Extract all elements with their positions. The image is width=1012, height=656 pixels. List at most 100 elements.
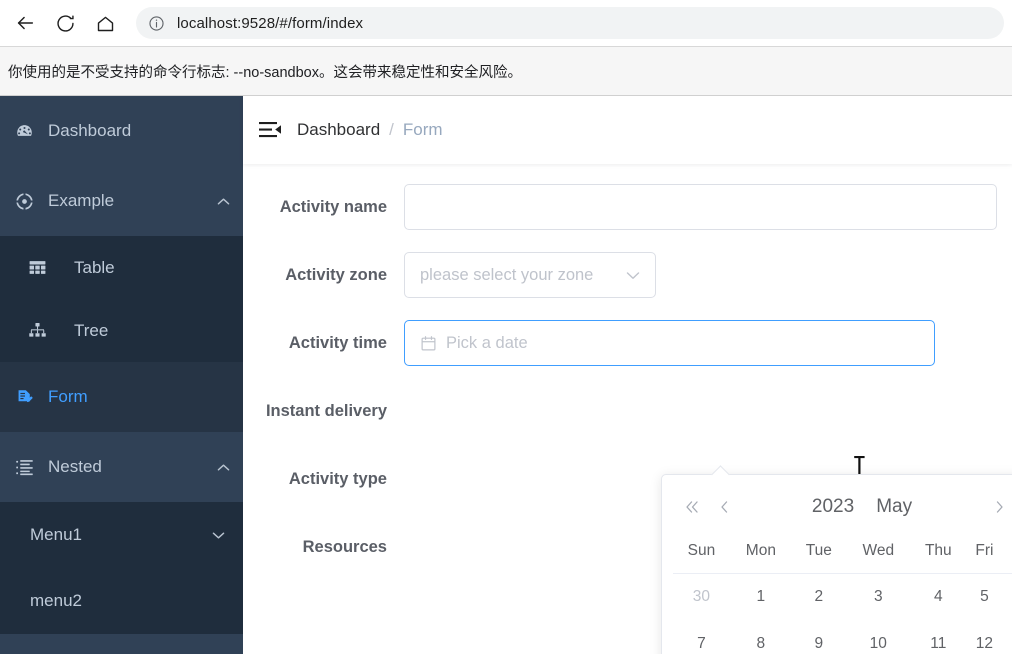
sidebar-item-label: Form xyxy=(48,387,88,406)
activity-name-input[interactable] xyxy=(404,184,997,230)
day-cell[interactable]: 4 xyxy=(911,574,966,621)
activity-zone-select[interactable]: please select your zone xyxy=(404,252,656,298)
sidebar-item-dashboard[interactable]: Dashboard xyxy=(0,96,243,166)
address-bar[interactable]: localhost:9528/#/form/index xyxy=(136,7,1004,39)
activity-time-placeholder: Pick a date xyxy=(446,333,528,352)
main-column: Dashboard / Form Activity name Activity … xyxy=(243,96,1012,654)
weekday-tue: Tue xyxy=(791,539,846,574)
sidebar-item-menu2[interactable]: menu2 xyxy=(0,568,243,634)
day-cell[interactable]: 2 xyxy=(792,574,846,621)
form-row-activity-zone: Activity zone please select your zone xyxy=(243,252,1012,298)
date-picker-month[interactable]: May xyxy=(876,496,912,518)
site-info-icon[interactable] xyxy=(148,15,165,32)
week-row: 30 1 2 3 4 5 6 xyxy=(673,574,1012,621)
day-cell[interactable]: 30 xyxy=(673,574,730,621)
table-icon xyxy=(0,258,74,277)
weekday-sun: Sun xyxy=(673,539,730,574)
dashboard-icon xyxy=(0,122,48,141)
chevron-up-icon[interactable] xyxy=(203,197,243,206)
warning-message: 你使用的是不受支持的命令行标志: --no-sandbox。这会带来稳定性和安全… xyxy=(8,64,522,81)
sidebar-item-label: Example xyxy=(48,191,115,210)
prev-month-button[interactable] xyxy=(708,490,740,524)
sidebar-item-example[interactable]: Example xyxy=(0,166,243,236)
hamburger-fold-icon[interactable] xyxy=(243,96,297,164)
sidebar-item-form[interactable]: Form xyxy=(0,362,243,432)
sidebar-item-label: Dashboard xyxy=(48,121,132,140)
date-picker-panel: 2023 May Sun Mon Tue Wed Thu Fri 30 1 2 … xyxy=(661,465,1012,654)
breadcrumb: Dashboard / Form xyxy=(297,120,443,140)
sidebar-filler xyxy=(0,634,243,654)
reload-button[interactable] xyxy=(48,6,82,40)
sidebar: Dashboard Example Table Tree Form Nested… xyxy=(0,96,243,654)
form-row-activity-name: Activity name xyxy=(243,184,1012,230)
back-button[interactable] xyxy=(8,6,42,40)
date-picker-header: 2023 May xyxy=(662,475,1012,539)
chevron-down-icon xyxy=(626,266,640,285)
submenu-nested: Menu1 menu2 xyxy=(0,502,243,634)
chrome-warning-bar: 你使用的是不受支持的命令行标志: --no-sandbox。这会带来稳定性和安全… xyxy=(0,46,1012,96)
week-row: 7 8 9 10 11 12 13 xyxy=(673,621,1012,655)
back-arrow-icon xyxy=(17,16,34,30)
form-row-instant-delivery: Instant delivery xyxy=(243,388,1012,434)
double-chevron-left-icon xyxy=(686,501,698,513)
sidebar-item-label: Nested xyxy=(48,457,102,476)
submenu-example: Table Tree xyxy=(0,236,243,362)
date-picker-table: Sun Mon Tue Wed Thu Fri Sat 30 xyxy=(673,539,1012,654)
day-cell[interactable]: 7 xyxy=(673,621,730,655)
day-cell[interactable]: 12 xyxy=(966,621,1003,655)
form-content: Activity name Activity zone please selec… xyxy=(243,164,1012,654)
chevron-right-icon xyxy=(996,501,1003,513)
weekday-sat: Sat xyxy=(1003,539,1012,574)
chevron-left-icon xyxy=(721,501,728,513)
prev-year-button[interactable] xyxy=(676,490,708,524)
sidebar-item-table[interactable]: Table xyxy=(0,236,243,299)
day-cell[interactable]: 13 xyxy=(1003,621,1012,655)
browser-toolbar: localhost:9528/#/form/index xyxy=(0,0,1012,46)
weekday-header-row: Sun Mon Tue Wed Thu Fri Sat xyxy=(673,539,1012,574)
chevron-up-icon[interactable] xyxy=(203,463,243,472)
day-cell[interactable]: 11 xyxy=(911,621,966,655)
sidebar-item-label: Table xyxy=(74,257,115,277)
activity-time-label: Activity time xyxy=(288,334,387,352)
home-icon xyxy=(97,16,113,31)
component-icon xyxy=(0,192,48,211)
sidebar-item-nested[interactable]: Nested xyxy=(0,432,243,502)
date-picker-title: 2023 May xyxy=(740,496,984,518)
instant-delivery-label: Instant delivery xyxy=(265,402,387,420)
calendar-icon xyxy=(420,335,437,352)
day-cell[interactable]: 10 xyxy=(846,621,911,655)
weekday-mon: Mon xyxy=(729,539,792,574)
weekday-wed: Wed xyxy=(845,539,911,574)
app-viewport: Dashboard Example Table Tree Form Nested… xyxy=(0,96,1012,654)
date-picker-year[interactable]: 2023 xyxy=(812,496,854,518)
tree-icon xyxy=(0,321,74,340)
activity-zone-label: Activity zone xyxy=(285,266,387,284)
breadcrumb-item-dashboard[interactable]: Dashboard xyxy=(297,120,380,140)
activity-time-input[interactable]: Pick a date xyxy=(404,320,935,366)
sidebar-item-label: menu2 xyxy=(30,591,82,610)
activity-type-label: Activity type xyxy=(288,470,387,488)
breadcrumb-item-form: Form xyxy=(402,120,443,139)
date-picker-body: Sun Mon Tue Wed Thu Fri Sat 30 xyxy=(662,539,1012,654)
activity-name-label: Activity name xyxy=(279,198,387,216)
sidebar-item-menu1[interactable]: Menu1 xyxy=(0,502,243,568)
form-row-activity-time: Activity time Pick a date xyxy=(243,320,1012,366)
weekday-fri: Fri xyxy=(965,539,1004,574)
day-cell[interactable]: 5 xyxy=(966,574,1003,621)
resources-label: Resources xyxy=(302,538,387,556)
day-cell[interactable]: 3 xyxy=(846,574,911,621)
day-cell-today[interactable]: 6 xyxy=(1003,574,1012,621)
day-cell[interactable]: 1 xyxy=(730,574,792,621)
top-navbar: Dashboard / Form xyxy=(243,96,1012,164)
next-month-button[interactable] xyxy=(984,490,1012,524)
form-icon xyxy=(0,388,48,407)
chevron-down-icon[interactable] xyxy=(193,531,243,540)
reload-icon xyxy=(56,14,74,32)
day-cell[interactable]: 9 xyxy=(792,621,846,655)
sidebar-item-label: Menu1 xyxy=(30,525,82,544)
weekday-thu: Thu xyxy=(910,539,966,574)
sidebar-item-tree[interactable]: Tree xyxy=(0,299,243,362)
day-cell[interactable]: 8 xyxy=(730,621,792,655)
home-button[interactable] xyxy=(88,6,122,40)
sidebar-item-label: Tree xyxy=(74,320,109,340)
